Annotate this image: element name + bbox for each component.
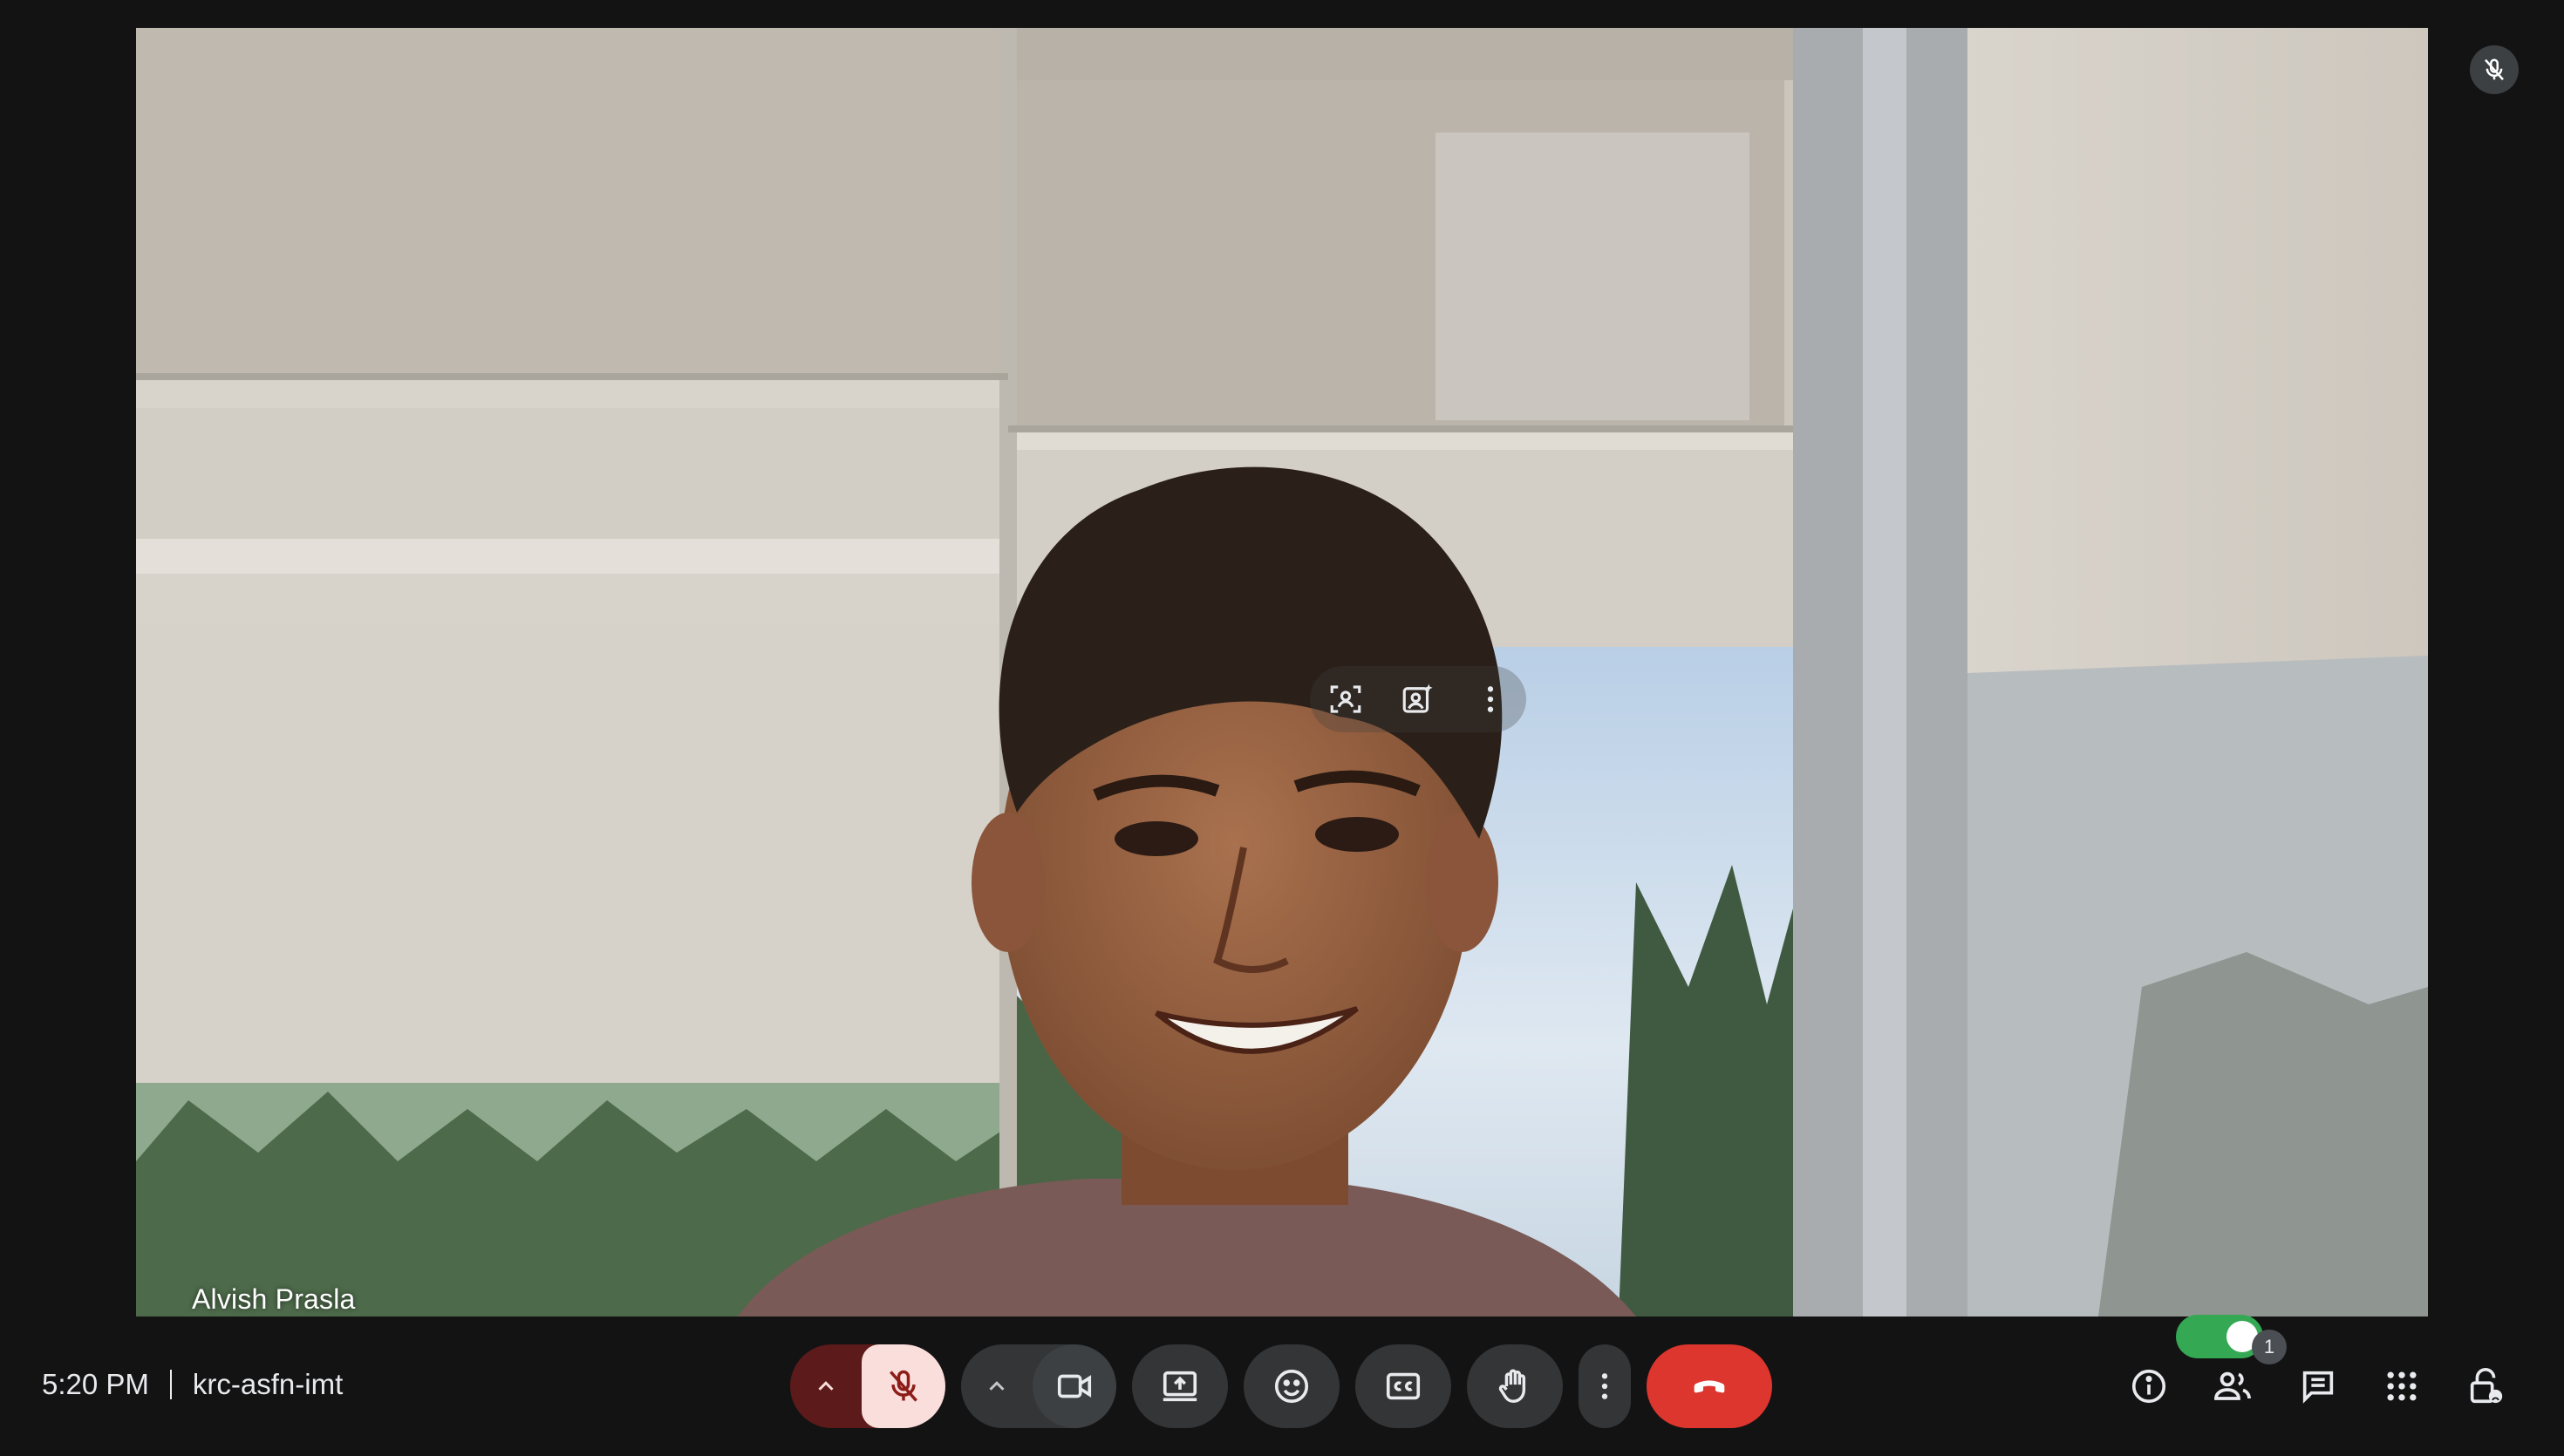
leave-call-button[interactable] [1647, 1344, 1772, 1428]
participant-video-feed [136, 28, 2428, 1317]
audio-settings-button[interactable] [790, 1344, 862, 1428]
chat-button[interactable] [2294, 1362, 2342, 1411]
meeting-code: krc-asfn-imt [192, 1368, 344, 1400]
right-panel-controls [2124, 1344, 2534, 1428]
chat-icon [2302, 1371, 2334, 1404]
visual-effects-icon[interactable] [1392, 673, 1444, 725]
info-icon [2131, 1369, 2166, 1404]
more-options-button[interactable] [1579, 1344, 1631, 1428]
people-icon [2214, 1371, 2251, 1400]
reactions-button[interactable] [1244, 1344, 1340, 1428]
raise-hand-icon [1498, 1369, 1526, 1403]
participant-muted-indicator [2470, 45, 2519, 94]
apps-icon [2387, 1371, 2417, 1401]
toggle-camera-button[interactable] [1033, 1344, 1116, 1428]
participant-video-tile[interactable]: Alvish Prasla [136, 28, 2428, 1317]
activities-button[interactable] [2377, 1362, 2426, 1411]
people-button[interactable] [2208, 1362, 2257, 1411]
host-controls-icon [2470, 1368, 2503, 1404]
meeting-details-button[interactable] [2124, 1362, 2173, 1411]
more-vert-icon [1601, 1373, 1608, 1399]
meeting-time: 5:20 PM [42, 1368, 149, 1400]
toggle-microphone-button[interactable] [862, 1344, 945, 1428]
end-call-icon [1694, 1380, 1725, 1393]
captions-button[interactable] [1355, 1344, 1451, 1428]
call-controls [790, 1344, 1772, 1428]
divider [169, 1370, 172, 1399]
frame-person-icon[interactable] [1320, 673, 1372, 725]
video-settings-button[interactable] [961, 1344, 1033, 1428]
video-tile-controls [1310, 666, 1526, 732]
meeting-info: 5:20 PM krc-asfn-imt [42, 1365, 343, 1404]
chevron-up-icon [989, 1381, 1005, 1391]
raise-hand-button[interactable] [1467, 1344, 1563, 1428]
participant-count-badge: 1 [2252, 1330, 2287, 1364]
camera-control-group [961, 1344, 1116, 1428]
mic-off-icon [890, 1370, 917, 1402]
companion-toggle[interactable] [2176, 1315, 2263, 1358]
present-screen-icon [1163, 1371, 1197, 1402]
chevron-up-icon [818, 1381, 834, 1391]
mic-off-icon [2485, 58, 2504, 81]
mic-control-group [790, 1344, 945, 1428]
emoji-icon [1274, 1369, 1309, 1404]
more-vert-icon[interactable] [1464, 673, 1517, 725]
captions-icon [1386, 1372, 1421, 1400]
meet-window: Alvish Prasla 5:20 PM krc-asfn-imt 1 [0, 0, 2564, 1456]
host-controls-button[interactable] [2461, 1362, 2510, 1411]
videocam-icon [1057, 1374, 1092, 1398]
present-screen-button[interactable] [1132, 1344, 1228, 1428]
participant-name-label: Alvish Prasla [192, 1283, 356, 1315]
